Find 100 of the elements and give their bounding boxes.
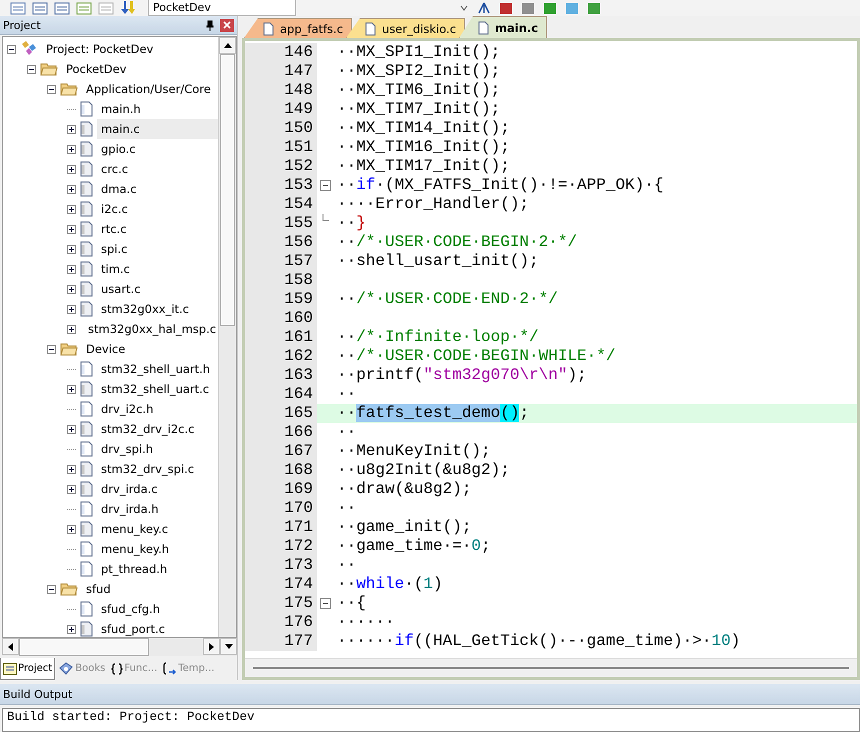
expand-toggle[interactable] (67, 484, 76, 494)
scroll-left-icon[interactable] (8, 642, 13, 650)
tree-item[interactable]: stm32_drv_spi.c (97, 459, 198, 479)
download-arrows-icon[interactable] (120, 1, 136, 15)
tree-item[interactable]: drv_spi.h (97, 439, 158, 459)
tree-item[interactable]: sfud (82, 579, 115, 599)
file-icon (80, 481, 93, 497)
line-number: 163 (245, 366, 317, 385)
toolbar-tool-icon[interactable] (542, 1, 558, 15)
expand-toggle[interactable] (67, 204, 76, 214)
tree-item[interactable]: drv_irda.c (97, 479, 162, 499)
file-tab[interactable]: app_fatfs.c (244, 18, 352, 38)
toolbar-tool-icon[interactable] (520, 1, 536, 15)
tree-item[interactable]: rtc.c (97, 219, 131, 239)
file-tab[interactable]: user_diskio.c (346, 18, 466, 38)
tree-item[interactable]: tim.c (97, 259, 134, 279)
expand-toggle[interactable] (67, 624, 76, 634)
tree-item[interactable]: spi.c (97, 239, 132, 259)
expand-toggle[interactable] (67, 224, 76, 234)
line-number: 158 (245, 271, 317, 290)
tree-item[interactable]: stm32_drv_i2c.c (97, 419, 198, 439)
collapse-toggle[interactable] (27, 64, 36, 74)
panel-tab[interactable]: Project (0, 658, 56, 680)
tree-item[interactable]: stm32_shell_uart.h (97, 359, 214, 379)
collapse-toggle[interactable] (47, 344, 56, 354)
close-button[interactable] (220, 18, 234, 32)
file-icon (80, 301, 93, 317)
toolbar-tool-icon[interactable] (10, 1, 26, 15)
expand-toggle[interactable] (67, 264, 76, 274)
plus-icon (68, 186, 75, 192)
toolbar-tool-icon[interactable] (76, 1, 92, 15)
tree-item[interactable]: gpio.c (97, 139, 140, 159)
expand-toggle[interactable] (67, 124, 76, 134)
tree-item[interactable]: drv_i2c.h (97, 399, 158, 419)
tree-item[interactable]: Application/User/Core (82, 79, 215, 99)
collapse-toggle[interactable] (7, 44, 16, 54)
horizontal-scrollbar[interactable] (2, 638, 237, 656)
expand-toggle[interactable] (67, 524, 76, 534)
tree-item[interactable]: Project: PocketDev (42, 39, 158, 59)
tree-item[interactable]: main.c (97, 119, 218, 139)
tree-item[interactable]: sfud_cfg.h (97, 599, 164, 619)
line-number: 170 (245, 499, 317, 518)
expand-toggle[interactable] (67, 184, 76, 194)
tree-item[interactable]: main.h (97, 99, 145, 119)
tree-item[interactable]: crc.c (97, 159, 132, 179)
expand-toggle[interactable] (67, 464, 76, 474)
file-tab[interactable]: main.c (459, 16, 548, 38)
code-line: ··while·(1) (337, 575, 443, 594)
tree-item[interactable]: pt_thread.h (97, 559, 172, 579)
expand-toggle[interactable] (67, 324, 76, 334)
scroll-down-icon[interactable] (224, 644, 232, 649)
tree-item[interactable]: menu_key.c (97, 519, 172, 539)
tree-item[interactable]: i2c.c (97, 199, 132, 219)
tree-item[interactable]: usart.c (97, 279, 145, 299)
expand-toggle[interactable] (67, 284, 76, 294)
toolbar-tool-icon[interactable] (32, 1, 48, 15)
code-line: ····Error_Handler(); (337, 195, 530, 214)
expand-toggle[interactable] (67, 384, 76, 394)
fold-toggle-icon[interactable] (320, 180, 330, 191)
code-line: ·· (337, 423, 356, 442)
folder-icon (60, 82, 78, 96)
expand-toggle[interactable] (67, 424, 76, 434)
file-icon (478, 20, 490, 34)
expand-toggle[interactable] (67, 244, 76, 254)
toolbar-tool-icon[interactable] (498, 1, 514, 15)
tree-item[interactable]: Device (82, 339, 130, 359)
tree-item[interactable]: menu_key.h (97, 539, 174, 559)
vertical-scrollbar[interactable] (218, 37, 236, 637)
plus-icon (68, 166, 75, 172)
file-icon (80, 221, 93, 237)
horizontal-scrollbar[interactable] (245, 658, 857, 677)
line-number: 147 (245, 62, 317, 81)
scroll-right-icon[interactable] (209, 642, 214, 650)
collapse-toggle[interactable] (47, 584, 56, 594)
line-number: 153 (245, 176, 317, 195)
expand-toggle[interactable] (67, 304, 76, 314)
tree-item[interactable]: stm32g0xx_it.c (97, 299, 193, 319)
code-line: ··MX_TIM7_Init(); (337, 100, 500, 119)
tree-item[interactable]: dma.c (97, 179, 141, 199)
tree-item[interactable]: stm32_shell_uart.c (97, 379, 214, 399)
file-icon (80, 621, 93, 637)
scroll-up-icon[interactable] (224, 43, 232, 48)
tree-item[interactable]: sfud_port.c (97, 619, 169, 637)
plus-icon (68, 266, 75, 272)
network-icon[interactable] (476, 1, 492, 15)
expand-toggle[interactable] (67, 164, 76, 174)
target-select[interactable]: PocketDev (148, 0, 296, 16)
template-icon (163, 662, 178, 676)
tree-item[interactable]: drv_irda.h (97, 499, 163, 519)
pin-icon[interactable] (206, 20, 214, 30)
toolbar-tool-icon[interactable] (54, 1, 70, 15)
line-number: 176 (245, 613, 317, 632)
tree-item[interactable]: PocketDev (62, 59, 130, 79)
plus-icon (68, 246, 75, 252)
collapse-toggle[interactable] (47, 84, 56, 94)
toolbar-tool-icon[interactable] (586, 1, 602, 15)
tree-item[interactable]: stm32g0xx_hal_msp.c (84, 319, 218, 339)
code-editor[interactable] (242, 38, 860, 680)
expand-toggle[interactable] (67, 144, 76, 154)
fold-toggle-icon[interactable] (320, 598, 330, 609)
